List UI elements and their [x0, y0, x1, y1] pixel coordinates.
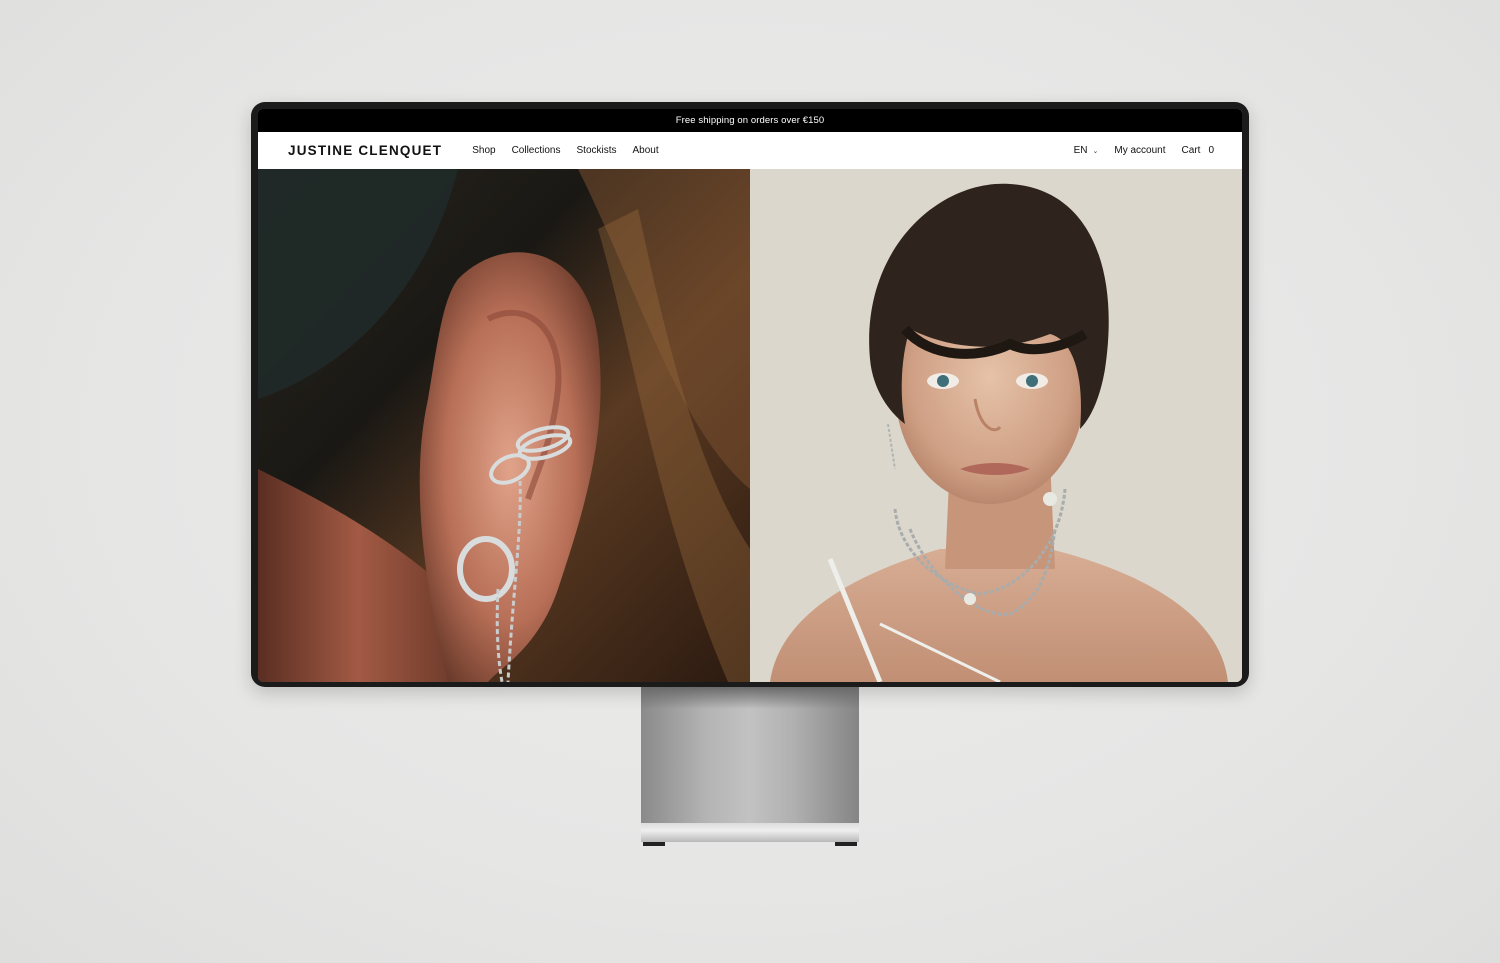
nav-about[interactable]: About [633, 145, 659, 156]
language-label: EN [1073, 145, 1088, 156]
nav-shop[interactable]: Shop [472, 145, 495, 156]
monitor-frame: Free shipping on orders over €150 JUSTIN… [251, 102, 1249, 687]
model-portrait-photo [750, 169, 1242, 682]
stand-foot-left [643, 842, 665, 846]
site-header: JUSTINE CLENQUET Shop Collections Stocki… [258, 132, 1242, 169]
main-nav: Shop Collections Stockists About [472, 145, 658, 156]
language-selector[interactable]: EN ⌄ [1074, 145, 1099, 156]
hero-section [258, 169, 1242, 682]
hero-image-right[interactable] [750, 169, 1242, 682]
nav-stockists[interactable]: Stockists [577, 145, 617, 156]
stand-foot-right [835, 842, 857, 846]
chevron-down-icon: ⌄ [1092, 147, 1099, 155]
browser-viewport: Free shipping on orders over €150 JUSTIN… [258, 109, 1242, 682]
cart-label: Cart [1181, 145, 1201, 156]
monitor-base [641, 823, 859, 842]
cart-count: 0 [1208, 145, 1214, 156]
brand-logo[interactable]: JUSTINE CLENQUET [288, 143, 442, 158]
ear-cuffs-photo [258, 169, 750, 682]
stand-shadow [641, 687, 859, 709]
cart-link[interactable]: Cart 0 [1182, 145, 1214, 156]
announcement-text: Free shipping on orders over €150 [675, 115, 825, 126]
nav-collections[interactable]: Collections [512, 145, 561, 156]
my-account-link[interactable]: My account [1114, 145, 1165, 156]
header-utilities: EN ⌄ My account Cart 0 [1074, 145, 1214, 156]
announcement-bar: Free shipping on orders over €150 [258, 109, 1242, 132]
hero-image-left[interactable] [258, 169, 750, 682]
